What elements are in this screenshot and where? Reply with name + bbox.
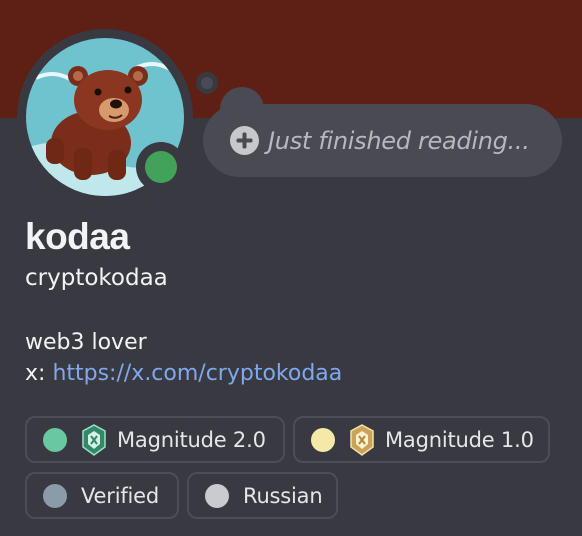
note-bubble-tail-small	[196, 72, 218, 94]
gold-badge-icon	[349, 423, 375, 456]
role-color-dot	[43, 483, 67, 508]
bio-link[interactable]: https://x.com/cryptokodaa	[52, 361, 342, 386]
role-tag-verified[interactable]: Verified	[25, 472, 179, 519]
green-badge-icon	[81, 423, 107, 456]
role-color-dot	[311, 427, 335, 452]
role-tag-magnitude-2[interactable]: Magnitude 2.0	[25, 416, 285, 463]
display-name: kodaa	[25, 216, 130, 257]
role-color-dot	[43, 427, 67, 452]
username: cryptokodaa	[25, 265, 168, 291]
note-placeholder: Just finished reading...	[268, 126, 530, 155]
role-tag-russian[interactable]: Russian	[187, 472, 338, 519]
bio-link-line: x: https://x.com/cryptokodaa	[25, 358, 342, 389]
role-label: Verified	[81, 483, 160, 508]
custom-note-bubble[interactable]: Just finished reading...	[203, 104, 562, 177]
role-label: Magnitude 1.0	[385, 427, 534, 452]
role-color-dot	[205, 483, 229, 508]
role-label: Magnitude 2.0	[117, 427, 266, 452]
bio-text: web3 lover	[25, 330, 147, 355]
role-tag-magnitude-1[interactable]: Magnitude 1.0	[293, 416, 550, 463]
bio: web3 lover x: https://x.com/cryptokodaa	[25, 327, 342, 389]
bio-link-prefix: x:	[25, 361, 53, 386]
status-online-icon	[145, 151, 177, 183]
plus-circle-icon[interactable]	[230, 126, 259, 155]
role-label: Russian	[243, 483, 323, 508]
